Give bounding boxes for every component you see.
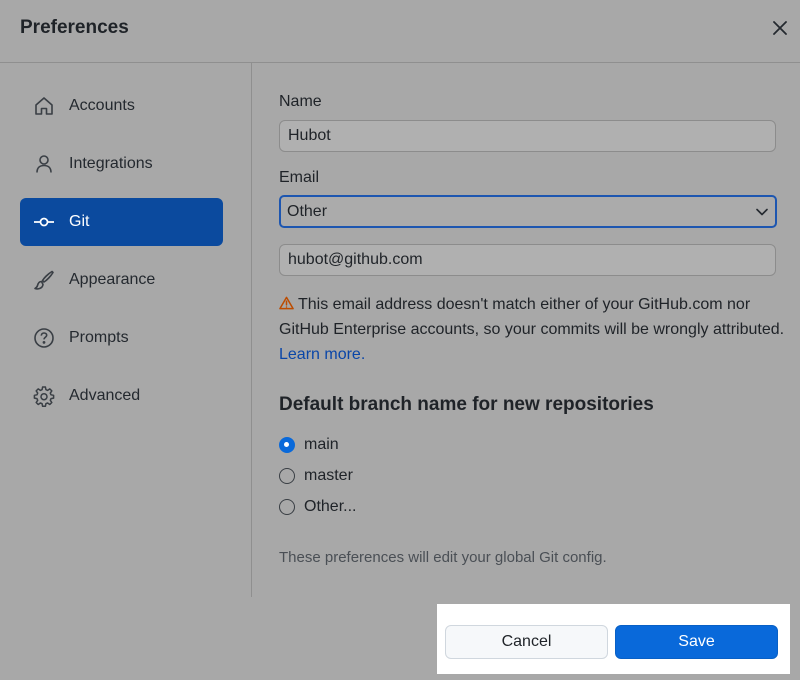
radio-button[interactable] xyxy=(279,499,295,515)
sidebar-item-label: Integrations xyxy=(69,155,153,172)
sidebar-item-label: Prompts xyxy=(69,329,129,346)
learn-more-link[interactable]: Learn more. xyxy=(279,346,365,363)
branch-section-title: Default branch name for new repositories xyxy=(279,394,654,415)
gear-icon xyxy=(32,384,56,408)
person-icon xyxy=(32,152,56,176)
sidebar-item-integrations[interactable]: Integrations xyxy=(20,140,223,188)
chevron-down-icon xyxy=(756,208,768,216)
branch-option-main[interactable]: main xyxy=(279,434,339,456)
sidebar-item-label: Git xyxy=(69,213,90,230)
save-button[interactable]: Save xyxy=(615,625,778,659)
sidebar: Accounts Integrations Git Appearance Pro… xyxy=(0,63,252,597)
radio-button[interactable] xyxy=(279,437,295,453)
warning-text: This email address doesn't match either … xyxy=(279,296,785,338)
radio-button[interactable] xyxy=(279,468,295,484)
branch-option-master[interactable]: master xyxy=(279,465,353,487)
cancel-button[interactable]: Cancel xyxy=(445,625,608,659)
email-warning: This email address doesn't match either … xyxy=(279,292,789,367)
git-settings-panel: Name Email Other This email address does… xyxy=(252,63,800,597)
radio-label: Other... xyxy=(304,498,357,515)
config-note: These preferences will edit your global … xyxy=(279,549,607,566)
close-icon xyxy=(773,21,787,35)
sidebar-item-advanced[interactable]: Advanced xyxy=(20,372,223,420)
sidebar-item-prompts[interactable]: Prompts xyxy=(20,314,223,362)
home-icon xyxy=(32,94,56,118)
email-field[interactable] xyxy=(279,244,776,276)
name-field[interactable] xyxy=(279,120,776,152)
email-label: Email xyxy=(279,169,320,186)
question-icon xyxy=(32,326,56,350)
dialog-title: Preferences xyxy=(20,17,129,38)
sidebar-item-label: Appearance xyxy=(69,271,156,288)
sidebar-item-appearance[interactable]: Appearance xyxy=(20,256,223,304)
branch-option-other[interactable]: Other... xyxy=(279,496,356,518)
sidebar-item-label: Advanced xyxy=(69,387,141,404)
sidebar-item-accounts[interactable]: Accounts xyxy=(20,82,223,130)
warning-icon xyxy=(279,296,294,310)
dialog-header: Preferences xyxy=(0,0,800,63)
sidebar-item-git[interactable]: Git xyxy=(20,198,223,246)
email-select-value: Other xyxy=(287,203,328,220)
paintbrush-icon xyxy=(32,268,56,292)
close-button[interactable] xyxy=(768,16,792,40)
email-select[interactable]: Other xyxy=(279,195,777,228)
git-commit-icon xyxy=(32,210,56,234)
sidebar-item-label: Accounts xyxy=(69,97,135,114)
name-label: Name xyxy=(279,93,322,110)
radio-label: main xyxy=(304,436,339,453)
radio-label: master xyxy=(304,467,353,484)
